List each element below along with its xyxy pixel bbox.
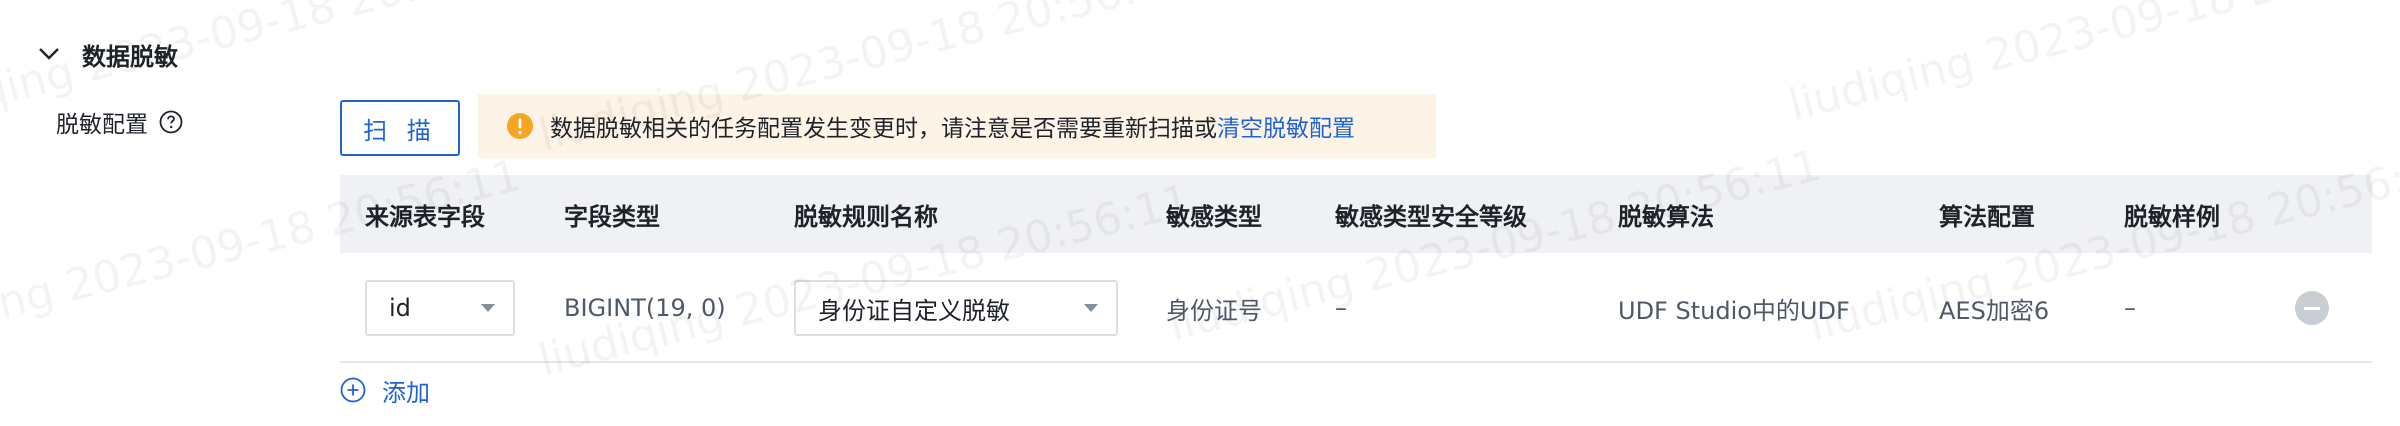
header-sample: 脱敏样例 bbox=[2124, 202, 2220, 231]
field-type-cell: BIGINT(19, 0) bbox=[564, 294, 726, 322]
rule-name-value: 身份证自定义脱敏 bbox=[818, 296, 1010, 325]
field-label-text: 脱敏配置 bbox=[56, 112, 148, 138]
header-source-field: 来源表字段 bbox=[365, 202, 485, 231]
masking-table: 来源表字段 字段类型 脱敏规则名称 敏感类型 敏感类型安全等级 脱敏算法 算法配… bbox=[340, 175, 2372, 363]
add-row-button[interactable]: 添加 bbox=[340, 370, 430, 410]
security-level-cell: – bbox=[1335, 294, 1347, 322]
header-sensitive-type: 敏感类型 bbox=[1166, 202, 1262, 231]
header-security-level: 敏感类型安全等级 bbox=[1335, 202, 1527, 231]
table-row: id BIGINT(19, 0) 身份证自定义脱敏 身份证号 – UDF Stu… bbox=[340, 253, 2372, 363]
header-rule-name: 脱敏规则名称 bbox=[794, 202, 938, 231]
plus-circle-icon bbox=[340, 377, 366, 403]
warning-circle-icon bbox=[506, 112, 534, 140]
chevron-down-icon bbox=[1084, 304, 1098, 312]
scan-button[interactable]: 扫 描 bbox=[340, 100, 460, 156]
question-circle-icon[interactable] bbox=[158, 109, 184, 135]
header-algorithm: 脱敏算法 bbox=[1618, 202, 1714, 231]
section-header[interactable]: 数据脱敏 bbox=[34, 34, 178, 74]
sample-cell: – bbox=[2124, 294, 2136, 322]
rule-name-cell: 身份证自定义脱敏 bbox=[794, 253, 1118, 363]
algorithm-config-cell: AES加密6 bbox=[1939, 296, 2050, 325]
watermark: liudiqing 2023-09-18 20:56:11 bbox=[1784, 0, 2400, 131]
add-row-label: 添加 bbox=[382, 378, 430, 407]
field-label: 脱敏配置 bbox=[56, 102, 184, 142]
source-field-cell: id bbox=[365, 253, 515, 363]
header-algorithm-config: 算法配置 bbox=[1939, 202, 2035, 231]
alert-text: 数据脱敏相关的任务配置发生变更时，请注意是否需要重新扫描或 bbox=[550, 116, 1217, 142]
chevron-down-icon[interactable] bbox=[34, 39, 64, 69]
source-field-select[interactable]: id bbox=[365, 280, 515, 336]
sensitive-type-cell: 身份证号 bbox=[1166, 296, 1262, 325]
remove-cell bbox=[2295, 253, 2329, 363]
warning-alert: 数据脱敏相关的任务配置发生变更时，请注意是否需要重新扫描或 清空脱敏配置 bbox=[478, 94, 1436, 158]
table-header: 来源表字段 字段类型 脱敏规则名称 敏感类型 敏感类型安全等级 脱敏算法 算法配… bbox=[340, 175, 2372, 253]
algorithm-cell: UDF Studio中的UDF bbox=[1618, 296, 1850, 325]
chevron-down-icon bbox=[481, 304, 495, 312]
remove-row-icon[interactable] bbox=[2295, 291, 2329, 325]
section-title: 数据脱敏 bbox=[82, 42, 178, 71]
header-field-type: 字段类型 bbox=[564, 202, 660, 231]
clear-config-link[interactable]: 清空脱敏配置 bbox=[1217, 109, 1355, 143]
source-field-value: id bbox=[389, 294, 411, 322]
rule-name-select[interactable]: 身份证自定义脱敏 bbox=[794, 280, 1118, 336]
